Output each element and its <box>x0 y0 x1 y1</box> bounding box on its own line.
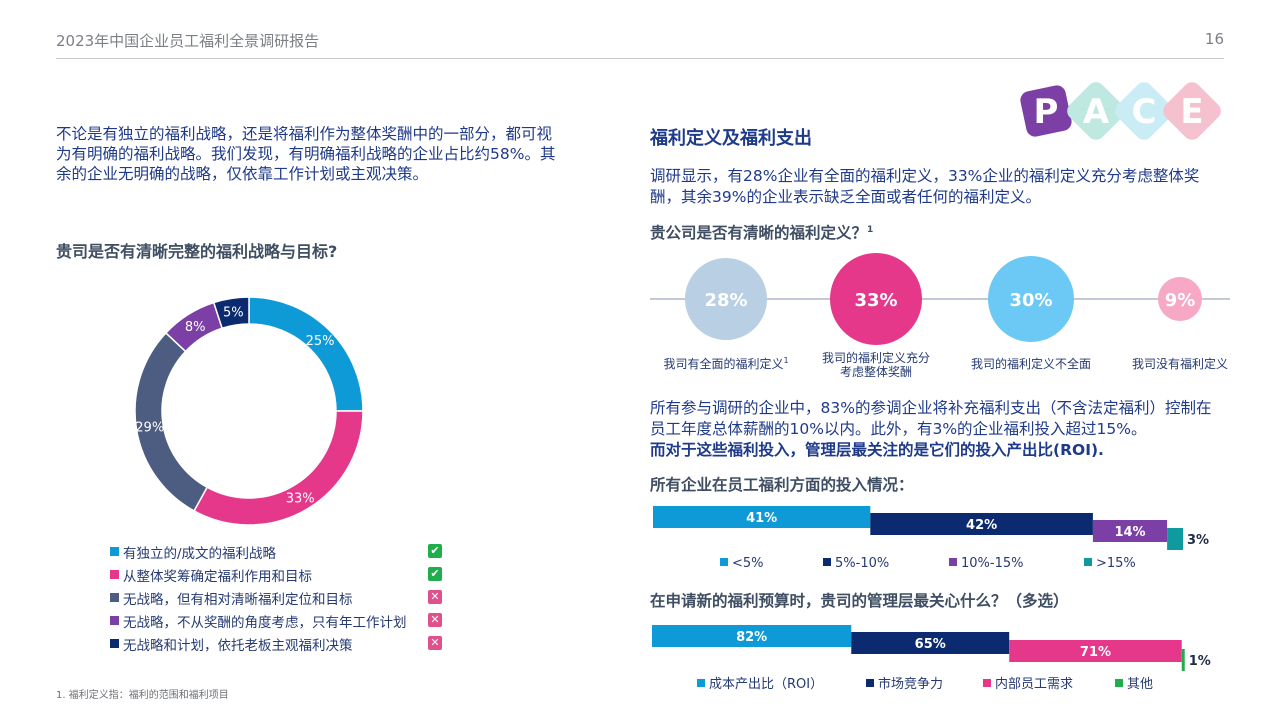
budget-bar-label-4: 1% <box>1189 654 1211 669</box>
invest-bar-label-4: 3% <box>1187 533 1209 548</box>
section-heading: 福利定义及福利支出 <box>650 128 812 149</box>
legend-label: 无战略和计划，依托老板主观福利决策 <box>123 637 353 654</box>
pace-letter-a: A <box>1083 92 1110 132</box>
invest-legend-swatch <box>720 558 728 566</box>
pace-logo-svg: PACE <box>1020 82 1221 140</box>
page-number: 16 <box>1204 30 1224 48</box>
pace-letter-e: E <box>1180 92 1203 132</box>
budget-bar-chart: 82% 65% 71% 1% 成本产出比（ROI） 市场竞争力 内部员工需求 其他 <box>650 620 1230 700</box>
bubble-category-2: 我司的福利定义充分 <box>822 350 930 365</box>
legend-label: 从整体奖筹确定福利作用和目标 <box>123 568 312 585</box>
strategy-legend: 有独立的/成文的福利战略 ✔ 从整体奖筹确定福利作用和目标 ✔ 无战略，但有相对清晰福利… <box>110 540 450 655</box>
intro-paragraph: 不论是有独立的福利战略，还是将福利作为整体奖酬中的一部分，都可视为有明确的福利战… <box>56 125 556 183</box>
budget-legend-swatch <box>697 679 705 687</box>
legend-label: 无战略，不从奖酬的角度考虑，只有年工作计划 <box>123 614 407 631</box>
budget-question: 在申请新的福利预算时，贵司的管理层最关心什么？（多选） <box>650 592 1069 610</box>
legend-label: 无战略，但有相对清晰福利定位和目标 <box>123 591 353 608</box>
bubble-category-1: 我司有全面的福利定义1 <box>663 356 788 371</box>
legend-swatch <box>110 593 119 602</box>
invest-legend-label: >15% <box>1096 556 1136 571</box>
legend-item: 无战略和计划，依托老板主观福利决策 ✕ <box>110 632 450 655</box>
legend-swatch <box>110 570 119 579</box>
budget-bar-label-1: 82% <box>736 630 767 645</box>
pace-letter-p: P <box>1034 92 1059 132</box>
bubble-svg: 28% 我司有全面的福利定义1 33% 我司的福利定义充分考虑整体奖酬 30% 我司的福利… <box>650 253 1230 379</box>
definition-question: 贵公司是否有清晰的福利定义？1 <box>650 221 873 243</box>
bubble-value-4: 9% <box>1165 290 1196 311</box>
cross-icon: ✕ <box>428 613 442 627</box>
donut-label-5: 5% <box>223 306 244 321</box>
budget-legend-swatch <box>983 679 991 687</box>
footnote: 1. 福利定义指：福利的范围和福利项目 <box>56 690 229 701</box>
header-divider <box>56 58 1224 59</box>
strategy-question: 贵司是否有清晰完整的福利战略与目标? <box>56 242 338 261</box>
check-icon: ✔ <box>428 567 442 581</box>
cross-icon: ✕ <box>428 590 442 604</box>
cross-icon: ✕ <box>428 636 442 650</box>
bubble-category-3: 我司的福利定义不全面 <box>971 356 1091 371</box>
bubble-value-3: 30% <box>1009 290 1052 311</box>
investment-question: 所有企业在员工福利方面的投入情况： <box>650 476 914 494</box>
invest-bar-label-1: 41% <box>746 511 777 526</box>
definition-bubble-chart: 28% 我司有全面的福利定义1 33% 我司的福利定义充分 考虑整体奖酬 30% 我司的福利… <box>650 250 1230 385</box>
legend-swatch <box>110 616 119 625</box>
invest-legend-swatch <box>949 558 957 566</box>
budget-bar-label-3: 71% <box>1080 645 1111 660</box>
definition-question-text: 贵公司是否有清晰的福利定义？ <box>650 224 868 242</box>
check-icon: ✔ <box>428 544 442 558</box>
invest-bar-4 <box>1167 528 1183 550</box>
donut-label-2: 33% <box>286 492 315 507</box>
definition-paragraph: 调研显示，有28%企业有全面的福利定义，33%企业的福利定义充分考虑整体奖酬，其… <box>650 167 1200 206</box>
invest-legend-swatch <box>1084 558 1092 566</box>
legend-label: 有独立的/成文的福利战略 <box>123 545 277 562</box>
donut-label-4: 8% <box>185 320 206 335</box>
strategy-donut-chart: 25% 33% 29% 8% 5% <box>116 290 382 530</box>
invest-legend-label: <5% <box>732 556 764 571</box>
bubble-category-sup: 1 <box>783 356 788 365</box>
pace-letter-c: C <box>1132 92 1157 132</box>
budget-bar-4 <box>1181 649 1185 671</box>
legend-item: 有独立的/成文的福利战略 ✔ <box>110 540 450 563</box>
budget-legend-swatch <box>866 679 874 687</box>
pace-logo: PACE <box>1018 78 1228 144</box>
spending-paragraph-bold: 而对于这些福利投入，管理层最关注的是它们的投入产出比(ROI). <box>650 441 1104 459</box>
donut-svg: 25% 33% 29% 8% 5% <box>134 296 364 526</box>
spending-paragraph: 所有参与调研的企业中，83%的参调企业将补充福利支出（不含法定福利）控制在员工年… <box>650 398 1220 461</box>
legend-item: 无战略，不从奖酬的角度考虑，只有年工作计划 ✕ <box>110 609 450 632</box>
invest-legend-label: 5%-10% <box>835 556 889 571</box>
legend-item: 从整体奖筹确定福利作用和目标 ✔ <box>110 563 450 586</box>
invest-legend-label: 10%-15% <box>961 556 1023 571</box>
budget-legend-label: 内部员工需求 <box>995 676 1073 692</box>
donut-slice-2 <box>193 410 364 526</box>
invest-bar-label-3: 14% <box>1114 525 1145 540</box>
investment-bar-svg: 41% 42% 14% 3% <5% 5%-10% 10%-15% >15% <box>653 506 1209 571</box>
budget-legend-label: 市场竞争力 <box>878 676 943 692</box>
report-title: 2023年中国企业员工福利全景调研报告 <box>56 32 320 50</box>
budget-legend-swatch <box>1115 679 1123 687</box>
donut-label-3: 29% <box>135 421 164 436</box>
bubble-value-1: 28% <box>704 290 747 311</box>
budget-bar-svg: 82% 65% 71% 1% 成本产出比（ROI） 市场竞争力 内部员工需求 其他 <box>652 625 1211 692</box>
budget-legend-label: 成本产出比（ROI） <box>709 677 823 692</box>
donut-label-1: 25% <box>306 334 335 349</box>
bubble-category-4: 我司没有福利定义 <box>1132 356 1228 371</box>
definition-question-sup: 1 <box>867 224 874 235</box>
budget-legend-label: 其他 <box>1127 677 1153 692</box>
donut-slice-1 <box>248 296 364 412</box>
invest-bar-label-2: 42% <box>966 518 997 533</box>
legend-swatch <box>110 547 119 556</box>
budget-bar-label-2: 65% <box>915 637 946 652</box>
bubble-value-2: 33% <box>854 290 897 311</box>
bubble-category-2: 考虑整体奖酬 <box>840 364 912 379</box>
spending-paragraph-text: 所有参与调研的企业中，83%的参调企业将补充福利支出（不含法定福利）控制在员工年… <box>650 399 1212 438</box>
investment-bar-chart: 41% 42% 14% 3% <5% 5%-10% 10%-15% >15% <box>650 500 1230 580</box>
invest-legend-swatch <box>823 558 831 566</box>
legend-item: 无战略，但有相对清晰福利定位和目标 ✕ <box>110 586 450 609</box>
legend-swatch <box>110 639 119 648</box>
